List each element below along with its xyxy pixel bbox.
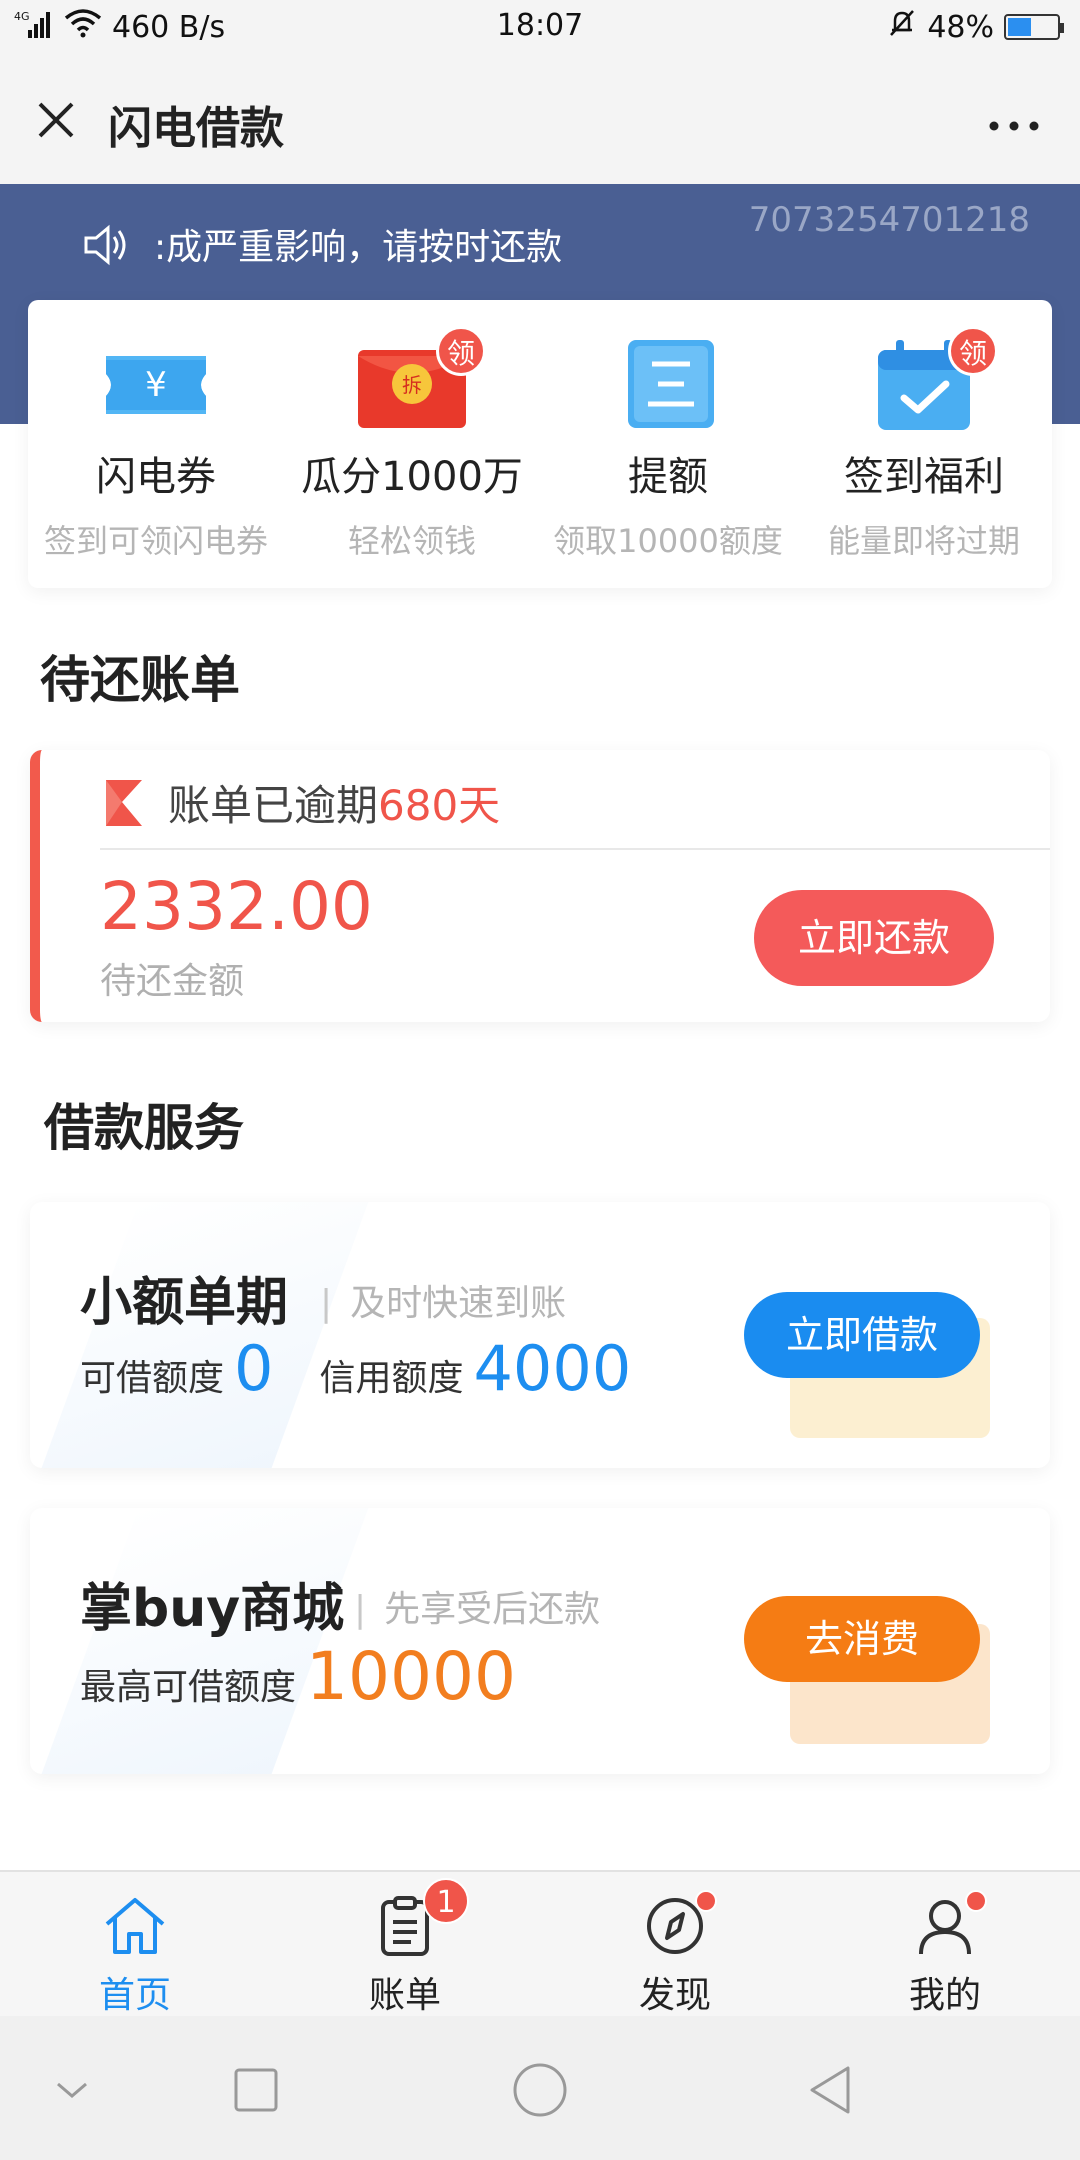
close-button[interactable] xyxy=(28,92,84,148)
feature-red-envelope[interactable]: 拆 领 瓜分1000万 轻松领钱 xyxy=(284,300,540,588)
tab-label: 账单 xyxy=(368,1975,441,2016)
tab-label: 发现 xyxy=(638,1975,711,2016)
title-bar: 闪电借款 xyxy=(0,56,1080,184)
feature-coupon[interactable]: ¥ 闪电券 签到可领闪电券 xyxy=(28,300,284,588)
tab-me[interactable]: 我的 xyxy=(810,1872,1080,2016)
notice-text[interactable]: :成严重影响，请按时还款 xyxy=(154,218,562,270)
bill-count-badge: 1 xyxy=(423,1878,469,1924)
loan-services-title: 借款服务 xyxy=(44,1099,244,1157)
claim-badge: 领 xyxy=(948,326,998,376)
page-title: 闪电借款 xyxy=(108,103,284,154)
overdue-status: 账单已逾期680天 xyxy=(168,772,500,833)
notification-dot xyxy=(965,1890,987,1912)
available-label: 可借额度 xyxy=(80,1358,225,1399)
service-card-small-loan[interactable]: 小额单期 及时快速到账 可借额度 0 信用额度 4000 立即借款 xyxy=(30,1202,1050,1468)
shop-button[interactable]: 去消费 xyxy=(744,1596,980,1682)
feature-desc: 签到可领闪电券 xyxy=(43,522,268,560)
notification-dot xyxy=(695,1890,717,1912)
tab-label: 首页 xyxy=(98,1975,171,2016)
feature-card: ¥ 闪电券 签到可领闪电券 拆 领 瓜分1000万 轻松领钱 提额 领取1000… xyxy=(28,300,1052,588)
feature-name: 签到福利 xyxy=(844,454,1004,500)
service-card-mall[interactable]: 掌buy商城 先享受后还款 最高可借额度 10000 去消费 xyxy=(30,1508,1050,1774)
max-label: 最高可借额度 xyxy=(80,1667,297,1708)
red-envelope-icon: 拆 领 xyxy=(358,326,486,430)
back-triangle-icon xyxy=(810,2066,850,2114)
pending-amount-label: 待还金额 xyxy=(100,961,245,1002)
claim-badge: 领 xyxy=(436,326,486,376)
service-desc: 先享受后还款 xyxy=(354,1580,600,1632)
borrow-now-button[interactable]: 立即借款 xyxy=(744,1292,980,1378)
feature-raise-limit[interactable]: 提额 领取10000额度 xyxy=(540,300,796,588)
home-icon xyxy=(103,1894,167,1958)
more-icon xyxy=(989,121,1039,131)
chevron-down-icon xyxy=(57,2082,87,2098)
calendar-check-icon: 领 xyxy=(870,326,998,430)
bill-tag-icon xyxy=(106,780,142,826)
nav-home-button[interactable] xyxy=(510,2060,570,2120)
bill-card[interactable]: 账单已逾期680天 2332.00 待还金额 立即还款 xyxy=(30,750,1050,1022)
available-value: 0 xyxy=(234,1332,274,1405)
status-bar: 4G 460 B/s 18:07 48% xyxy=(0,0,1080,56)
feature-name: 瓜分1000万 xyxy=(301,454,523,500)
tab-discover[interactable]: 发现 xyxy=(540,1872,810,2016)
mute-bell-icon xyxy=(887,8,917,46)
limit-row: 最高可借额度 10000 xyxy=(80,1638,516,1715)
user-icon xyxy=(913,1890,987,1958)
pending-amount: 2332.00 xyxy=(100,868,373,945)
document-icon xyxy=(614,340,722,430)
battery-fill xyxy=(1008,18,1032,36)
close-icon xyxy=(38,102,74,138)
credit-value: 4000 xyxy=(473,1332,632,1405)
circle-icon xyxy=(513,2063,567,2117)
credit-label: 信用额度 xyxy=(319,1358,464,1399)
battery-percent: 48% xyxy=(927,9,994,45)
speaker-icon xyxy=(80,220,130,270)
nav-recents-button[interactable] xyxy=(226,2060,286,2120)
bottom-tab-bar: 首页 1 账单 发现 我的 xyxy=(0,1870,1080,2016)
feature-desc: 能量即将过期 xyxy=(827,522,1020,560)
divider xyxy=(100,848,1050,850)
tab-bills[interactable]: 1 账单 xyxy=(270,1872,540,2016)
nav-collapse-button[interactable] xyxy=(42,2060,102,2120)
system-nav-bar xyxy=(0,2016,1080,2160)
service-name: 掌buy商城 xyxy=(80,1579,345,1639)
status-right: 48% xyxy=(887,8,1064,46)
tab-label: 我的 xyxy=(908,1975,981,2016)
more-button[interactable] xyxy=(988,100,1040,146)
account-id: 7073254701218 xyxy=(748,200,1030,240)
nav-back-button[interactable] xyxy=(802,2060,862,2120)
service-name: 小额单期 xyxy=(80,1273,289,1333)
overdue-days: 680天 xyxy=(378,781,501,830)
feature-desc: 领取10000额度 xyxy=(553,522,783,560)
repay-now-button[interactable]: 立即还款 xyxy=(754,890,994,986)
feature-desc: 轻松领钱 xyxy=(347,522,476,560)
battery-icon xyxy=(1004,14,1064,40)
feature-name: 提额 xyxy=(628,454,708,500)
svg-text:¥: ¥ xyxy=(145,365,167,405)
svg-text:拆: 拆 xyxy=(402,373,422,397)
pending-bills-title: 待还账单 xyxy=(40,651,240,709)
feature-checkin[interactable]: 领 签到福利 能量即将过期 xyxy=(796,300,1052,588)
service-desc: 及时快速到账 xyxy=(320,1274,566,1326)
feature-name: 闪电券 xyxy=(96,454,216,500)
coupon-icon: ¥ xyxy=(102,340,210,430)
max-value: 10000 xyxy=(306,1638,516,1715)
limit-row: 可借额度 0 信用额度 4000 xyxy=(80,1332,631,1405)
tab-home[interactable]: 首页 xyxy=(0,1872,270,2016)
bill-icon: 1 xyxy=(373,1878,469,1958)
compass-icon xyxy=(643,1890,717,1958)
square-icon xyxy=(234,2068,278,2112)
overdue-prefix: 账单已逾期 xyxy=(168,781,379,830)
